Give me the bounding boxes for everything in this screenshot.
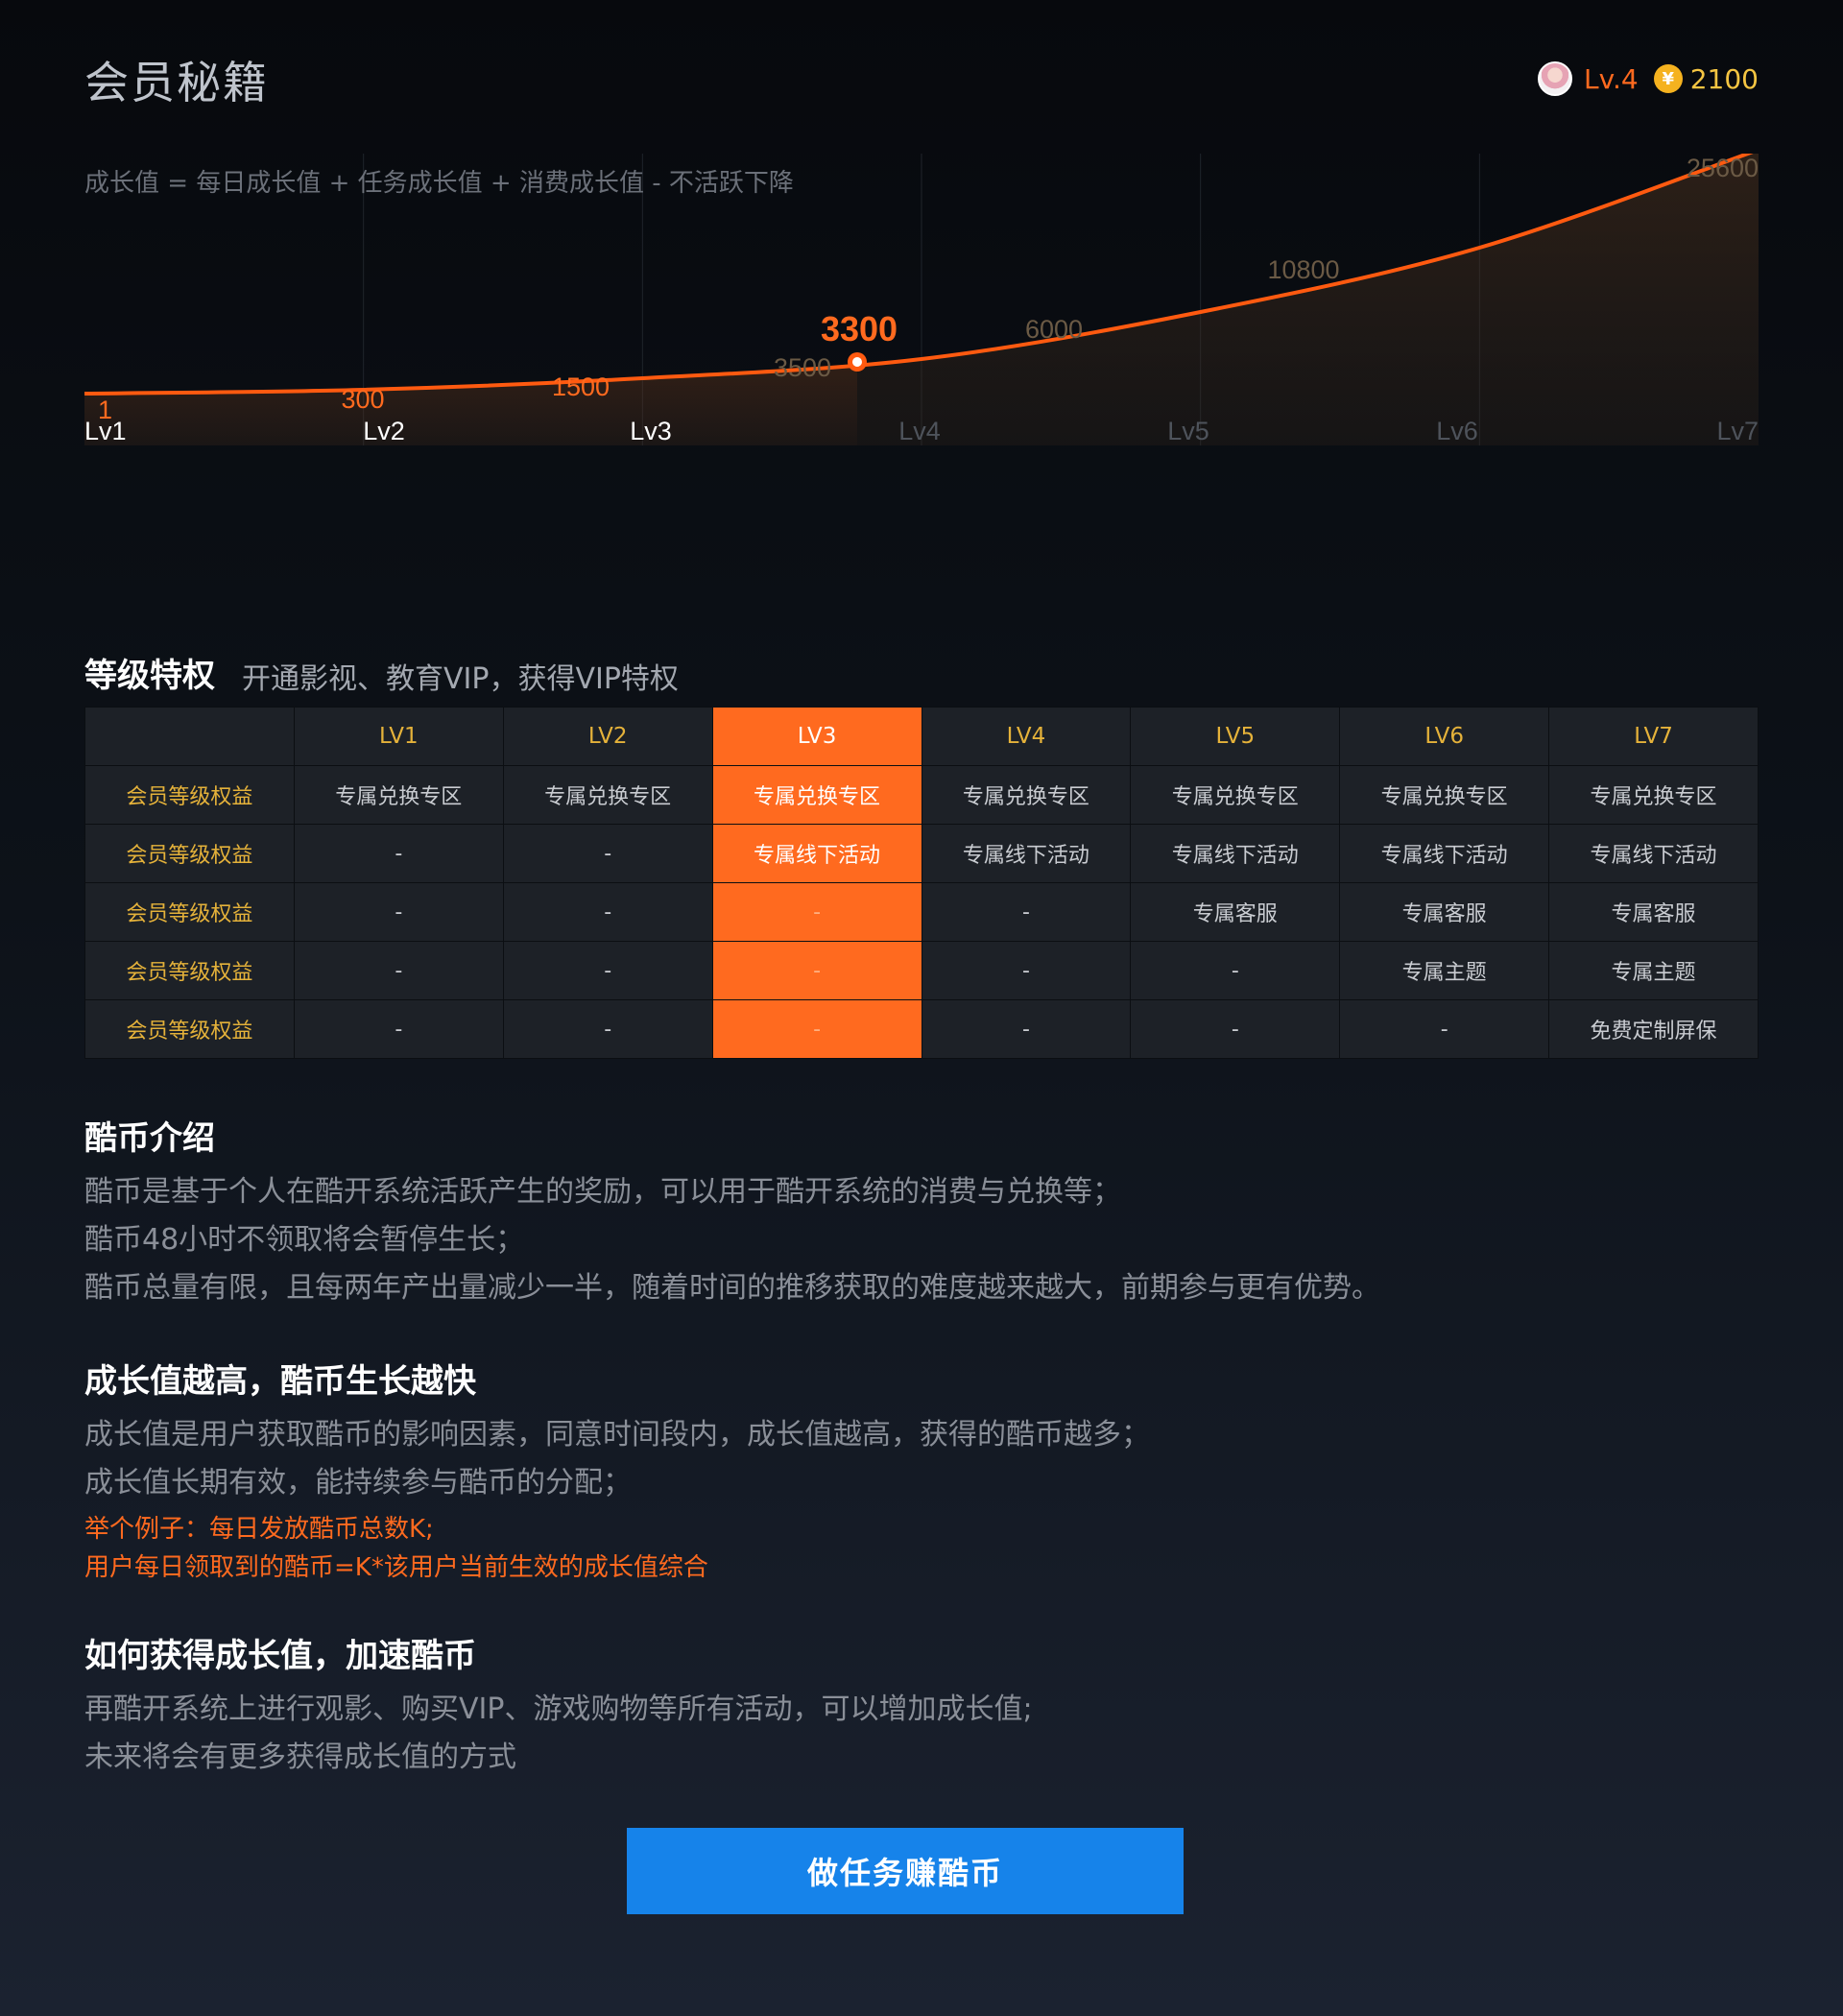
privileges-subtitle: 开通影视、教育VIP，获得VIP特权 [242,662,679,696]
privileges-table: LV1 LV2 LV3 LV4 LV5 LV6 LV7 会员等级权益 专属兑换专区 专属兑换专区专… [84,707,1759,1059]
privilege-cell: 专属客服 [1130,882,1341,942]
how-to-title: 如何获得成长值，加速酷币 [84,1637,476,1675]
privilege-cell: 专属主题 [1339,941,1550,1000]
table-row: 会员等级权益 - - 专属线下活动 专属线下活动 专属线下活动 专属线下活动 专属线下活动 [84,824,1759,883]
growth-chart-svg: 1 300 1500350060001080025600Lv1 Lv2 Lv3 Lv4 Lv… [84,154,1759,445]
privilege-cell: - [502,824,713,883]
level-column-header: LV5 [1130,707,1341,766]
privilege-cell: 专属兑换专区 [502,765,713,825]
privilege-cell: 专属线下活动 [1548,824,1759,883]
user-info[interactable]: Lv.4 ¥ 2100 [1538,60,1759,98]
level-value-label: 10800 [1267,255,1339,284]
privilege-cell: 专属线下活动 [1339,824,1550,883]
level-value-label: 1500 [552,372,610,401]
privilege-cell: - [711,999,922,1059]
privilege-cell: 专属线下活动 [711,824,922,883]
coin-intro-line: 酷币总量有限，且每两年产出量减少一半，随着时间的推移获取的难度越来越大，前期参与… [84,1271,1380,1305]
level-value-label: 6000 [1025,315,1083,344]
header: 会员秘籍 Lv.4 ¥ 2100 [84,48,1759,108]
page-title: 会员秘籍 [84,57,269,108]
coin-intro-line: 酷币48小时不领取将会暂停生长； [84,1223,525,1257]
current-value-marker-dot [852,357,862,367]
coin-intro-line: 酷币是基于个人在酷开系统活跃产生的奖励，可以用于酷开系统的消费与兑换等； [84,1175,1121,1209]
row-label: 会员等级权益 [84,999,295,1059]
privilege-cell: 免费定制屏保 [1548,999,1759,1059]
privilege-cell: - [921,999,1132,1059]
table-row: 会员等级权益 - - - - - - 免费定制屏保 [84,999,1759,1059]
privilege-cell: - [293,941,504,1000]
privilege-cell: 专属兑换专区 [921,765,1132,825]
level-tick-label: Lv6 [1436,417,1478,445]
privilege-cell: 专属线下活动 [1130,824,1341,883]
privilege-cell: - [293,824,504,883]
level-column-header: LV1 [293,707,504,766]
privilege-cell: 专属主题 [1548,941,1759,1000]
level-column-header: LV4 [921,707,1132,766]
level-tick-label: Lv7 [1716,417,1759,445]
row-label: 会员等级权益 [84,824,295,883]
level-value-label: 3500 [774,353,831,382]
privilege-cell: - [1130,941,1341,1000]
privilege-cell: 专属兑换专区 [293,765,504,825]
privilege-cell: 专属兑换专区 [1130,765,1341,825]
how-to-line: 再酷开系统上进行观影、购买VIP、游戏购物等所有活动，可以增加成长值; [84,1692,1033,1726]
table-corner-cell [84,707,295,766]
table-row: 会员等级权益 - - - - 专属客服 专属客服 专属客服 [84,882,1759,942]
growth-title: 成长值越高，酷币生长越快 [84,1362,476,1401]
coin-intro-title: 酷币介绍 [84,1119,215,1158]
chart-formula: 成长值 = 每日成长值 + 任务成长值 + 消费成长值 - 不活跃下降 [84,169,794,198]
privilege-cell: - [921,941,1132,1000]
level-column-header: LV7 [1548,707,1759,766]
current-value-label: 3300 [821,309,898,348]
privilege-cell: 专属线下活动 [921,824,1132,883]
how-to-line: 未来将会有更多获得成长值的方式 [84,1740,516,1774]
privilege-cell: - [502,999,713,1059]
level-column-header: LV6 [1339,707,1550,766]
level-tick-label: Lv1 [84,417,127,445]
table-row: 会员等级权益 - - - - - 专属主题 专属主题 [84,941,1759,1000]
privilege-cell: 专属客服 [1548,882,1759,942]
privilege-cell: - [293,999,504,1059]
privilege-cell: - [502,882,713,942]
row-label: 会员等级权益 [84,882,295,942]
table-row: 会员等级权益 专属兑换专区 专属兑换专区 专属兑换专区 专属兑换专区 专属兑换专区 专属兑换… [84,765,1759,825]
row-label: 会员等级权益 [84,941,295,1000]
growth-example-line: 举个例子：每日发放酷币总数K; [84,1515,434,1544]
level-tick-label: Lv4 [898,417,941,445]
privilege-cell: 专属客服 [1339,882,1550,942]
privilege-cell: - [293,882,504,942]
earn-coins-button[interactable]: 做任务赚酷币 [627,1828,1184,1914]
level-value-label: 300 [341,385,384,414]
level-column-header: LV2 [502,707,713,766]
privileges-title: 等级特权 [84,657,215,695]
level-tick-label: Lv3 [630,417,672,445]
privilege-cell: - [711,882,922,942]
privilege-cell: - [921,882,1132,942]
avatar[interactable] [1538,61,1573,96]
growth-line: 成长值是用户获取酷币的影响因素，同意时间段内，成长值越高，获得的酷币越多； [84,1418,1150,1452]
privilege-cell: 专属兑换专区 [711,765,922,825]
level-tick-label: Lv5 [1167,417,1209,445]
growth-chart: 1 300 1500 3500 6000 10800 25600 Lv1 Lv2 Lv3 Lv4 Lv… [84,154,1759,595]
growth-line: 成长值长期有效，能持续参与酷币的分配； [84,1466,632,1500]
table-header-row: LV1 LV2 LV3 LV4 LV5 LV6 LV7 [84,707,1759,766]
privilege-cell: 专属兑换专区 [1548,765,1759,825]
privilege-cell: - [711,941,922,1000]
coin-balance: 2100 [1689,62,1759,95]
privilege-cell: - [1339,999,1550,1059]
row-label: 会员等级权益 [84,765,295,825]
level-column-header: LV3 [711,707,922,766]
privilege-cell: 专属兑换专区 [1339,765,1550,825]
coin-icon: ¥ [1653,64,1683,93]
level-tick-label: Lv2 [363,417,405,445]
level-value-label: 25600 [1687,154,1759,182]
growth-example-line: 用户每日领取到的酷币=K*该用户当前生效的成长值综合 [84,1553,708,1582]
privilege-cell: - [502,941,713,1000]
user-level: Lv.4 [1584,62,1639,95]
privilege-cell: - [1130,999,1341,1059]
